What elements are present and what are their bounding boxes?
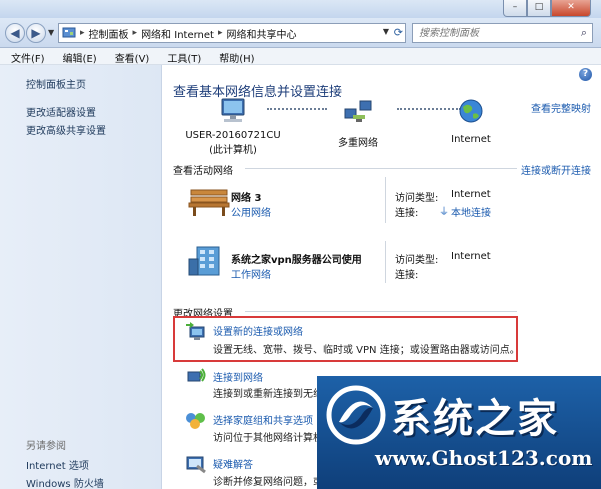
sidebar-change-advanced-sharing[interactable]: 更改高级共享设置 [26,122,106,137]
network-name: 多重网络 [338,138,378,149]
search-box[interactable]: ⌕ [412,23,593,43]
address-bar[interactable]: ▸ 控制面板 ▸ 网络和 Internet ▸ 网络和共享中心 ▼ ⟳ [58,23,406,43]
task-connect-to-network[interactable]: 连接到网络 [213,369,263,384]
active-networks-heading: 查看活动网络 [173,166,233,177]
homegroup-icon [186,413,205,429]
column-separator [385,177,386,223]
map-network[interactable]: 多重网络 [323,97,393,149]
back-button[interactable]: ◀ [5,23,25,43]
control-panel-icon [62,27,76,38]
public-network-link[interactable]: 公用网络 [231,204,271,219]
menu-edit[interactable]: 编辑(E) [52,48,104,65]
breadcrumb-separator[interactable]: ▸ [218,28,223,38]
vpn-access-type-value: Internet [451,251,491,262]
connect-disconnect-link[interactable]: 连接或断开连接 [521,162,591,177]
address-dropdown-icon[interactable]: ▼ [383,27,389,36]
search-icon[interactable]: ⌕ [581,26,587,40]
vpn-access-type-label: 访问类型: [395,255,439,266]
task-troubleshoot[interactable]: 疑难解答 [213,456,253,471]
sidebar-windows-firewall[interactable]: Windows 防火墙 [26,475,104,489]
breadcrumb-separator[interactable]: ▸ [80,28,85,38]
sidebar: 控制面板主页 更改适配器设置 更改高级共享设置 另请参阅 Internet 选项… [0,65,162,489]
sidebar-control-panel-home[interactable]: 控制面板主页 [26,76,86,91]
watermark-brand: 系统之家 [391,395,559,442]
close-button[interactable]: ✕ [551,0,591,17]
computer-sub: (此计算机) [209,145,257,156]
access-type-value: Internet [451,189,491,200]
address-row: ◀ ▶ ▼ ▸ 控制面板 ▸ 网络和 Internet ▸ 网络和共享中心 ▼ … [0,18,601,48]
breadcrumb-network-internet[interactable]: 网络和 Internet [141,26,214,41]
watermark-banner: 系统之家 www.Ghost123.com [317,376,601,489]
task-setup-new-connection-desc: 设置无线、宽带、拨号、临时或 VPN 连接；或设置路由器或访问点。 [213,345,520,356]
refresh-icon[interactable]: ⟳ [394,26,403,39]
section-divider [245,311,517,312]
troubleshoot-icon [186,456,206,474]
forward-button[interactable]: ▶ [26,23,46,43]
menu-bar: 文件(F) 编辑(E) 查看(V) 工具(T) 帮助(H) [0,48,601,65]
section-divider [245,168,517,169]
bench-icon [188,189,230,216]
task-setup-new-connection[interactable]: 设置新的连接或网络 [213,323,303,338]
back-arrow-icon: ◀ [10,26,20,40]
sidebar-change-adapter-settings[interactable]: 更改适配器设置 [26,104,96,119]
connect-network-icon [187,368,206,382]
breadcrumb-control-panel[interactable]: 控制面板 [89,26,129,41]
work-network-icon [188,246,220,276]
menu-tools[interactable]: 工具(T) [156,48,208,65]
watermark-logo-icon [326,385,386,445]
sidebar-internet-options[interactable]: Internet 选项 [26,457,89,472]
wired-connection-icon: ⏚ [439,207,449,218]
task-troubleshoot-desc: 诊断并修复网络问题，或 [213,477,323,488]
vpn-connection-label: 连接: [395,270,419,281]
computer-name: USER-20160721CU [185,130,281,141]
multiple-networks-icon [344,100,372,122]
sidebar-see-also-heading: 另请参阅 [26,441,66,452]
task-connect-to-network-desc: 连接到或重新连接到无线 [213,389,323,400]
vpn-network-name: 系统之家vpn服务器公司使用 [231,255,362,266]
task-homegroup-sharing-desc: 访问位于其他网络计算机 [213,433,323,444]
task-homegroup-sharing[interactable]: 选择家庭组和共享选项 [213,412,313,427]
maximize-button[interactable]: □ [527,0,551,17]
globe-icon [459,99,483,123]
map-computer[interactable]: USER-20160721CU (此计算机) [183,97,283,156]
window-controls: – □ ✕ [503,0,591,17]
connection-label: 连接: [395,208,419,219]
watermark-url: www.Ghost123.com [375,446,593,470]
column-separator [385,241,386,283]
menu-view[interactable]: 查看(V) [104,48,157,65]
title-bar: – □ ✕ [0,0,601,18]
history-dropdown-icon[interactable]: ▼ [48,28,54,37]
breadcrumb-separator[interactable]: ▸ [133,28,138,38]
menu-file[interactable]: 文件(F) [0,48,52,65]
work-network-link[interactable]: 工作网络 [231,266,271,281]
forward-arrow-icon: ▶ [31,26,41,40]
local-connection-link[interactable]: 本地连接 [451,204,491,219]
help-icon[interactable]: ? [579,68,592,81]
internet-label: Internet [451,134,491,145]
view-full-map-link[interactable]: 查看完整映射 [531,100,591,115]
access-type-label: 访问类型: [395,193,439,204]
minimize-button[interactable]: – [503,0,527,17]
menu-help[interactable]: 帮助(H) [208,48,261,65]
map-internet[interactable]: Internet [439,97,503,145]
breadcrumb-network-sharing-center[interactable]: 网络和共享中心 [226,26,296,41]
map-link-line [267,108,327,110]
network-3-name: 网络 3 [231,193,262,204]
search-input[interactable] [413,24,568,42]
computer-icon [221,98,245,122]
setup-connection-icon [186,322,205,340]
